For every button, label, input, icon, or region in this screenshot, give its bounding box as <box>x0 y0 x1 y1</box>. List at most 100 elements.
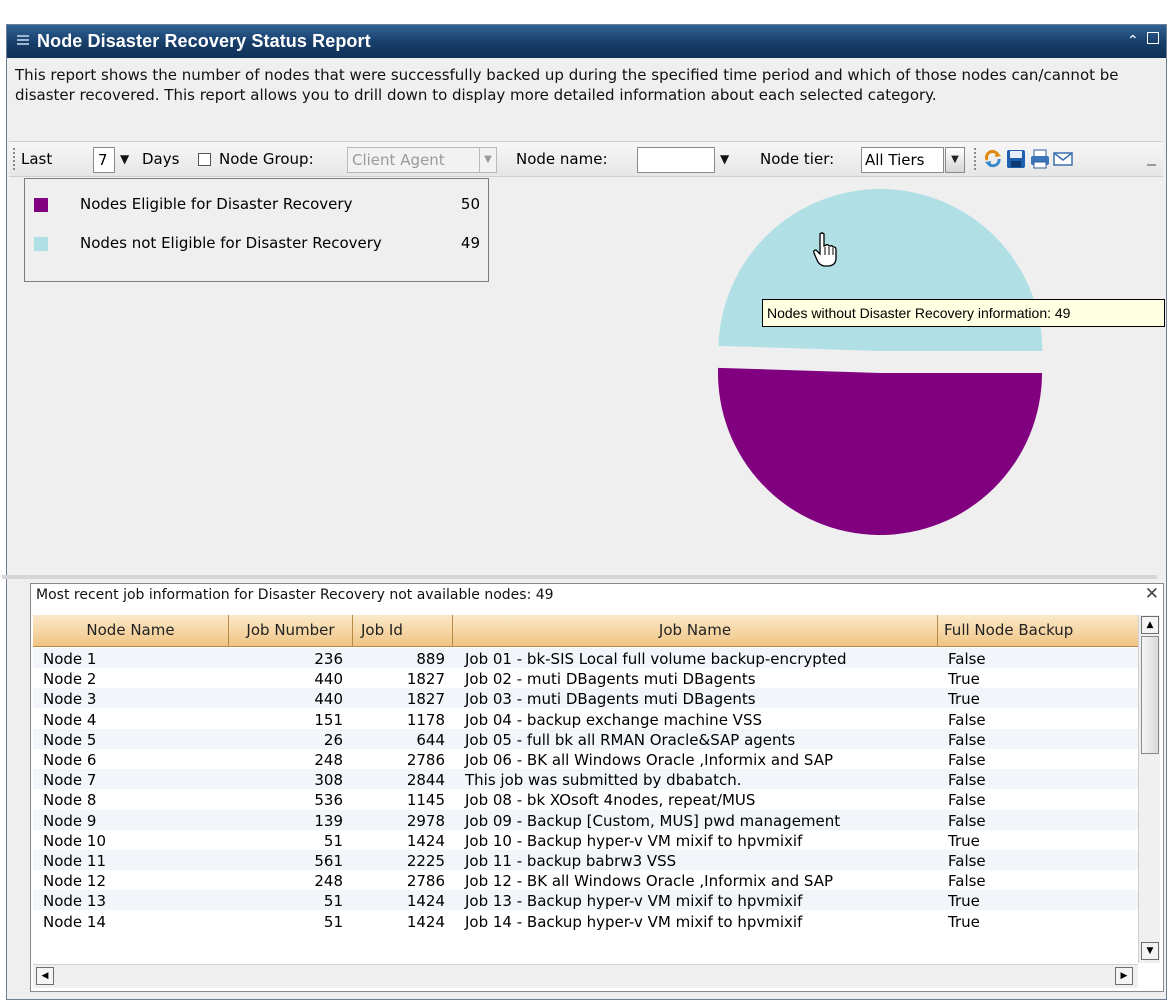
table-cell: Node 14 <box>43 912 107 931</box>
scroll-left-icon[interactable]: ◀ <box>36 967 54 985</box>
table-row[interactable]: Node 9 139 2978 Job 09 - Backup [Custom, MU… <box>33 809 1138 830</box>
table-row[interactable]: Node 2 440 1827 Job 02 - muti DBagents muti… <box>33 668 1138 689</box>
legend-item[interactable]: Nodes not Eligible for Disaster Recovery… <box>25 232 488 256</box>
table-row[interactable]: Node 3 440 1827 Job 03 - muti DBagents muti… <box>33 688 1138 709</box>
column-header-full-node-backup[interactable]: Full Node Backup <box>938 615 1138 646</box>
table-cell: Node 6 <box>43 751 97 769</box>
table-row[interactable]: Node 6 248 2786 Job 06 - BK all Windows Ora… <box>33 749 1138 769</box>
table-cell: 1424 <box>406 831 445 850</box>
scroll-up-icon[interactable]: ▲ <box>1141 616 1159 634</box>
table-cell: True <box>948 912 980 931</box>
chart-tooltip: Nodes without Disaster Recovery informat… <box>762 299 1165 327</box>
table-row[interactable]: Node 7 308 2844 This job was submitted by d… <box>33 769 1138 790</box>
pie-slice-eligible[interactable] <box>718 367 1042 535</box>
node-group-select[interactable]: Client Agent <box>347 147 480 173</box>
table-cell: True <box>948 831 980 850</box>
table-cell: 236 <box>314 650 343 668</box>
table-cell: 2844 <box>406 771 445 790</box>
window-title: Node Disaster Recovery Status Report <box>37 31 371 51</box>
table-row[interactable]: Node 5 26 644 Job 05 - full bk all RMAN Ora… <box>33 728 1138 749</box>
node-group-label: Node Group: <box>219 150 314 168</box>
table-cell: 139 <box>314 811 343 830</box>
column-header-node-name[interactable]: Node Name <box>33 615 229 646</box>
table-cell: 1178 <box>406 710 445 729</box>
node-tier-select[interactable]: All Tiers <box>861 147 944 173</box>
table-cell: 1424 <box>406 892 445 911</box>
save-icon[interactable] <box>1005 148 1027 170</box>
scroll-down-icon[interactable]: ▼ <box>1141 942 1159 960</box>
days-input[interactable]: 7 <box>93 147 115 173</box>
table-cell: True <box>948 690 980 709</box>
table-cell: 561 <box>314 852 343 870</box>
email-icon[interactable] <box>1052 148 1074 170</box>
table-cell: Job 10 - Backup hyper-v VM mixif to hpvm… <box>465 831 803 850</box>
table-row[interactable]: Node 13 51 1424 Job 13 - Backup hyper-v VM … <box>33 890 1138 911</box>
table-cell: Node 9 <box>43 811 97 830</box>
node-name-dropdown-icon[interactable]: ▼ <box>720 152 729 166</box>
table-cell: Node 11 <box>43 852 107 870</box>
print-icon[interactable] <box>1029 148 1051 170</box>
column-header-job-id[interactable]: Job Id <box>353 615 453 646</box>
table-row[interactable]: Node 14 51 1424 Job 14 - Backup hyper-v VM … <box>33 910 1138 931</box>
scroll-right-icon[interactable]: ▶ <box>1115 967 1133 985</box>
table-row[interactable]: Node 12 248 2786 Job 12 - BK all Windows Or… <box>33 870 1138 891</box>
table-cell: Node 8 <box>43 791 97 810</box>
table-cell: 440 <box>314 670 343 689</box>
legend-value: 49 <box>460 234 480 252</box>
panel-splitter[interactable] <box>2 575 1157 579</box>
table-cell: Job 02 - muti DBagents muti DBagents <box>465 670 756 689</box>
table-cell: Job 11 - backup babrw3 VSS <box>465 852 677 870</box>
table-cell: Job 05 - full bk all RMAN Oracle&SAP age… <box>465 730 796 749</box>
table-cell: Job 03 - muti DBagents muti DBagents <box>465 690 756 709</box>
node-group-dropdown-icon[interactable]: ▼ <box>479 147 497 173</box>
legend-swatch <box>34 198 48 212</box>
hand-cursor-icon <box>813 232 837 267</box>
table-cell: False <box>948 771 986 790</box>
scroll-thumb[interactable] <box>1141 636 1159 754</box>
toolbar-grip-icon <box>13 148 15 172</box>
column-header-job-number[interactable]: Job Number <box>229 615 353 646</box>
maximize-icon[interactable] <box>1147 32 1159 44</box>
column-header-job-name[interactable]: Job Name <box>453 615 938 646</box>
table-cell: False <box>948 751 986 769</box>
table-cell: Node 10 <box>43 831 107 850</box>
legend-item[interactable]: Nodes Eligible for Disaster Recovery 50 <box>25 193 488 217</box>
collapse-icon[interactable]: ⌃ <box>1127 33 1139 49</box>
table-cell: 2786 <box>406 872 445 891</box>
table-cell: 51 <box>323 912 343 931</box>
table-row[interactable]: Node 11 561 2225 Job 11 - backup babrw3 VSS… <box>33 850 1138 870</box>
table-row[interactable]: Node 10 51 1424 Job 10 - Backup hyper-v VM … <box>33 829 1138 850</box>
job-info-panel: Most recent job information for Disaster… <box>30 583 1164 992</box>
table-cell: Node 7 <box>43 771 97 790</box>
days-dropdown-icon[interactable]: ▼ <box>120 152 129 166</box>
node-name-label: Node name: <box>516 150 608 168</box>
days-label: Days <box>142 150 180 168</box>
vertical-scrollbar[interactable]: ▲ ▼ <box>1138 615 1160 963</box>
table-row[interactable]: Node 8 536 1145 Job 08 - bk XOsoft 4nodes, … <box>33 789 1138 810</box>
table-cell: False <box>948 791 986 810</box>
last-label: Last <box>21 150 53 168</box>
table-cell: Job 06 - BK all Windows Oracle ,Informix… <box>465 751 833 769</box>
node-group-checkbox[interactable] <box>198 153 211 166</box>
close-icon[interactable]: ✕ <box>1145 584 1159 604</box>
legend-value: 50 <box>460 195 480 213</box>
horizontal-scrollbar[interactable]: ◀ ▶ <box>33 964 1138 988</box>
toolbar-overflow-icon[interactable] <box>1147 164 1156 172</box>
table-cell: 151 <box>314 710 343 729</box>
refresh-icon[interactable] <box>982 148 1004 170</box>
table-row[interactable]: Node 1 236 889 Job 01 - bk-SIS Local full v… <box>33 648 1138 668</box>
node-tier-dropdown-icon[interactable]: ▼ <box>945 147 965 173</box>
menu-grip-icon[interactable] <box>17 35 29 47</box>
table-cell: 248 <box>314 872 343 891</box>
table-row[interactable]: Node 4 151 1178 Job 04 - backup exchange ma… <box>33 708 1138 729</box>
grid-title: Most recent job information for Disaster… <box>36 587 554 603</box>
report-description: This report shows the number of nodes th… <box>15 66 1119 104</box>
node-name-input[interactable] <box>637 147 715 173</box>
table-cell: 644 <box>416 730 445 749</box>
table-cell: False <box>948 710 986 729</box>
pie-chart[interactable] <box>700 180 1060 560</box>
table-cell: Job 08 - bk XOsoft 4nodes, repeat/MUS <box>465 791 756 810</box>
node-tier-label: Node tier: <box>760 150 835 168</box>
table-cell: Job 01 - bk-SIS Local full volume backup… <box>465 650 847 668</box>
table-cell: 440 <box>314 690 343 709</box>
